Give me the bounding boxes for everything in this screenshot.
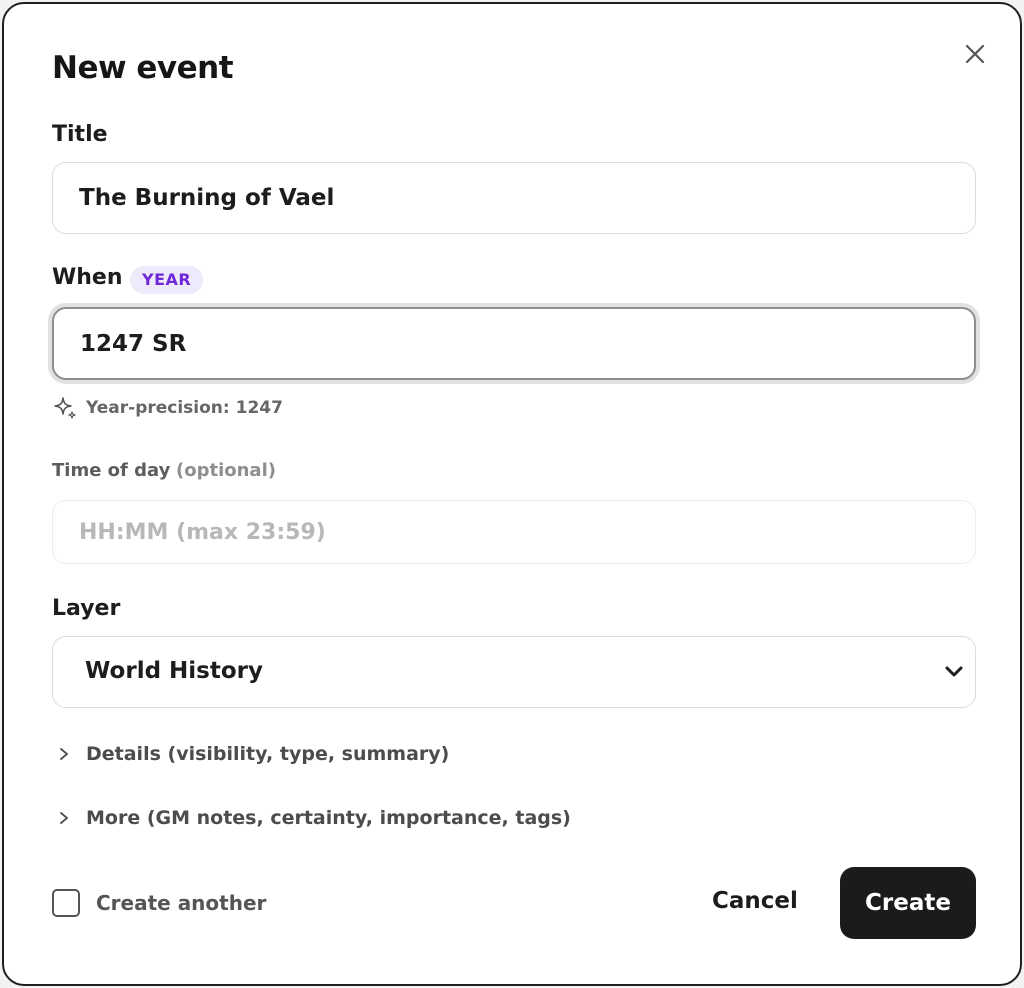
close-button[interactable] — [959, 38, 991, 70]
precision-hint-text: Year-precision: 1247 — [86, 398, 283, 418]
time-of-day-label: Time of day — [52, 460, 171, 481]
optional-label: (optional) — [176, 460, 276, 481]
time-of-day-input[interactable] — [52, 500, 976, 564]
create-another-checkbox[interactable] — [52, 889, 80, 917]
details-disclosure[interactable]: Details (visibility, type, summary) — [56, 743, 449, 765]
details-disclosure-label: Details (visibility, type, summary) — [86, 743, 450, 765]
layer-select-value: World History — [85, 658, 264, 684]
dialog-title: New event — [52, 50, 234, 86]
layer-label: Layer — [52, 596, 121, 621]
create-another-row[interactable]: Create another — [52, 889, 266, 917]
new-event-dialog: New event Title When YEAR Year-precision… — [2, 2, 1022, 986]
cancel-button[interactable]: Cancel — [712, 888, 798, 914]
when-label: When — [52, 265, 123, 290]
title-label: Title — [52, 122, 108, 147]
chevron-down-icon — [943, 661, 965, 683]
precision-badge: YEAR — [130, 266, 204, 294]
title-input[interactable] — [52, 162, 976, 234]
chevron-right-icon — [60, 812, 68, 824]
more-disclosure-label: More (GM notes, certainty, importance, t… — [86, 807, 571, 829]
create-button[interactable]: Create — [840, 867, 976, 939]
when-input[interactable] — [52, 307, 976, 380]
sparkle-icon — [54, 397, 76, 419]
layer-select[interactable]: World History — [52, 636, 976, 708]
create-another-label: Create another — [96, 891, 267, 915]
more-disclosure[interactable]: More (GM notes, certainty, importance, t… — [56, 807, 571, 829]
precision-hint: Year-precision: 1247 — [52, 395, 283, 421]
chevron-right-icon — [60, 748, 68, 760]
close-icon — [965, 44, 985, 64]
